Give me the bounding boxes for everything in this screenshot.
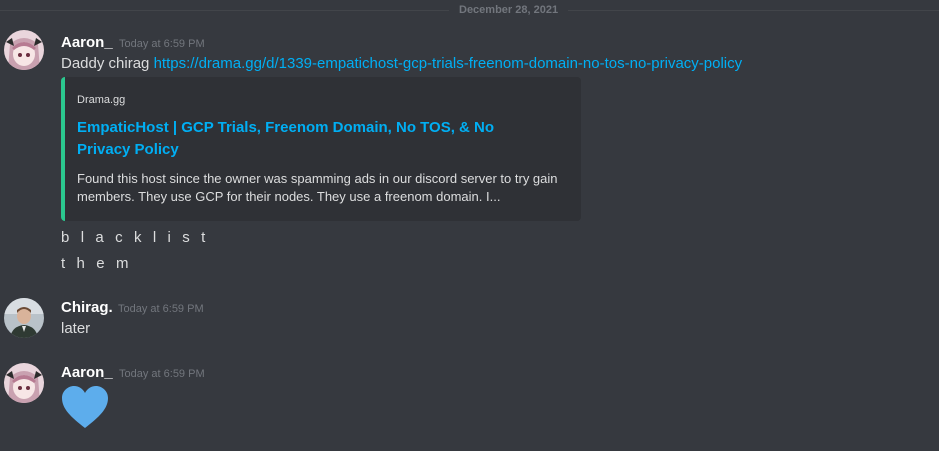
message-text: Daddy chirag https://drama.gg/d/1339-emp…: [61, 55, 742, 72]
message-text: b l a c k l i s t: [61, 229, 209, 246]
username[interactable]: Aaron_: [61, 364, 113, 381]
embed-description: Found this host since the owner was spam…: [77, 171, 558, 204]
person-avatar-icon: [4, 298, 44, 338]
message-text: t h e m: [61, 255, 133, 272]
embed-provider[interactable]: Drama.gg: [77, 94, 125, 106]
date-divider: December 28, 2021: [449, 4, 569, 16]
message-text: later: [61, 320, 91, 337]
embed-title[interactable]: EmpaticHost | GCP Trials, Freenom Domain…: [77, 117, 547, 161]
avatar[interactable]: [4, 363, 44, 403]
message-link[interactable]: https://drama.gg/d/1339-empatichost-gcp-…: [154, 55, 743, 72]
username[interactable]: Chirag.: [61, 299, 113, 316]
username[interactable]: Aaron_: [61, 34, 113, 51]
link-embed: Drama.gg EmpaticHost | GCP Trials, Freen…: [61, 77, 581, 221]
avatar[interactable]: [4, 30, 44, 70]
message-prefix: Daddy chirag: [61, 55, 154, 72]
timestamp: Today at 6:59 PM: [118, 303, 204, 315]
avatar[interactable]: [4, 298, 44, 338]
anime-avatar-icon: [4, 30, 44, 70]
blue-heart-icon[interactable]: [61, 385, 109, 429]
timestamp: Today at 6:59 PM: [119, 38, 205, 50]
timestamp: Today at 6:59 PM: [119, 368, 205, 380]
anime-avatar-icon: [4, 363, 44, 403]
